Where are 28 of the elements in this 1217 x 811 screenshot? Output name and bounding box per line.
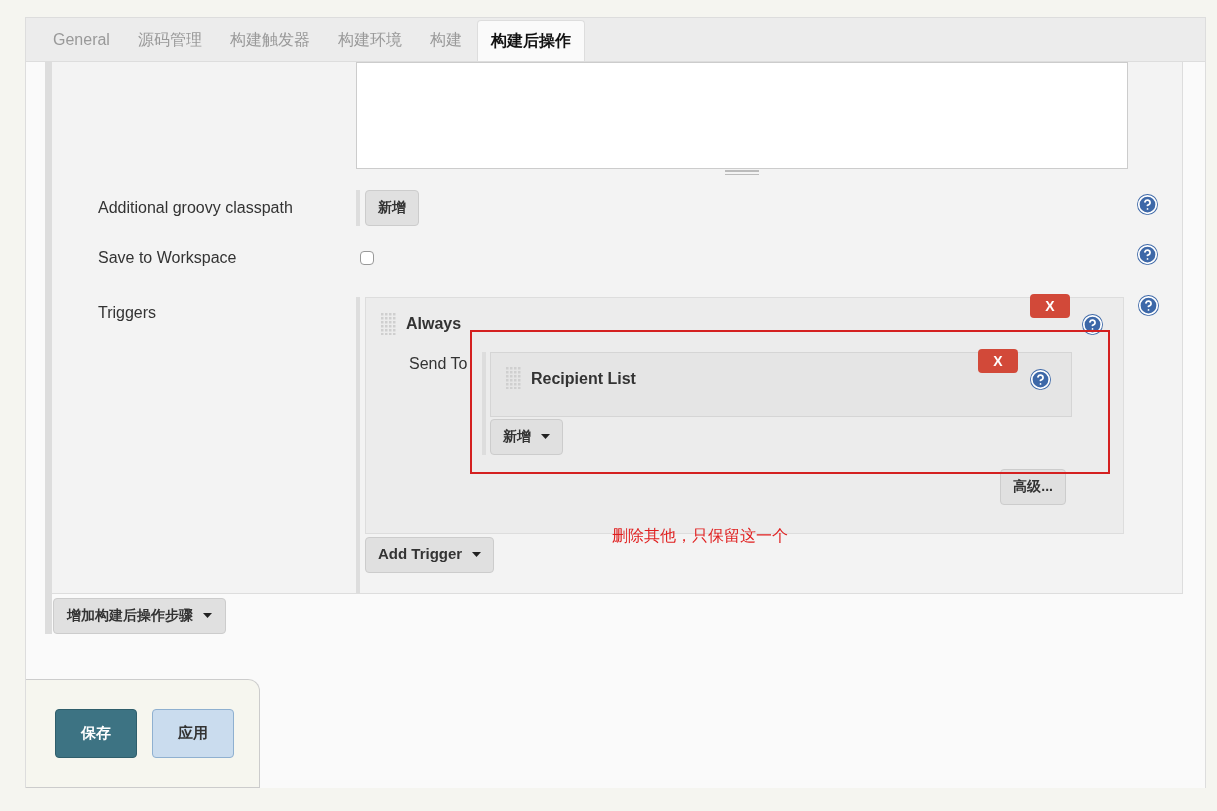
field-label: Additional groovy classpath [98, 197, 294, 218]
add-post-build-step-button[interactable]: 增加构建后操作步骤 [53, 597, 226, 634]
delete-button[interactable]: X [1030, 294, 1070, 319]
apply-button[interactable]: 应用 [152, 709, 234, 759]
add-button[interactable]: 新增 [365, 189, 419, 226]
caret-icon [472, 552, 482, 558]
add-trigger-button[interactable]: Add Trigger [365, 536, 495, 573]
add-dropdown-button[interactable]: 新增 [490, 418, 563, 455]
help-icon[interactable] [1082, 313, 1103, 335]
help-icon[interactable] [1030, 368, 1051, 390]
help-icon[interactable] [1137, 193, 1158, 215]
caret-icon [203, 613, 212, 619]
checkbox[interactable] [360, 250, 374, 265]
caret-icon [541, 434, 550, 440]
help-icon[interactable] [1137, 243, 1158, 265]
delete-button[interactable]: X [978, 349, 1018, 374]
drag-handle-icon[interactable] [381, 312, 397, 335]
annotation-note: 删除其他，只保留这一个 [612, 526, 788, 546]
recipient-title: Recipient List [531, 368, 636, 389]
advanced-button[interactable]: 高级... [1000, 468, 1066, 505]
tab[interactable]: 构建后操作 [476, 19, 585, 61]
field-label: Triggers [98, 302, 158, 323]
trigger-title: Always [406, 313, 462, 334]
resize-grip[interactable] [725, 169, 759, 175]
help-icon[interactable] [1138, 294, 1159, 316]
save-button[interactable]: 保存 [55, 709, 137, 759]
field-label: Save to Workspace [98, 247, 238, 268]
send-to-label: Send To [409, 353, 469, 374]
